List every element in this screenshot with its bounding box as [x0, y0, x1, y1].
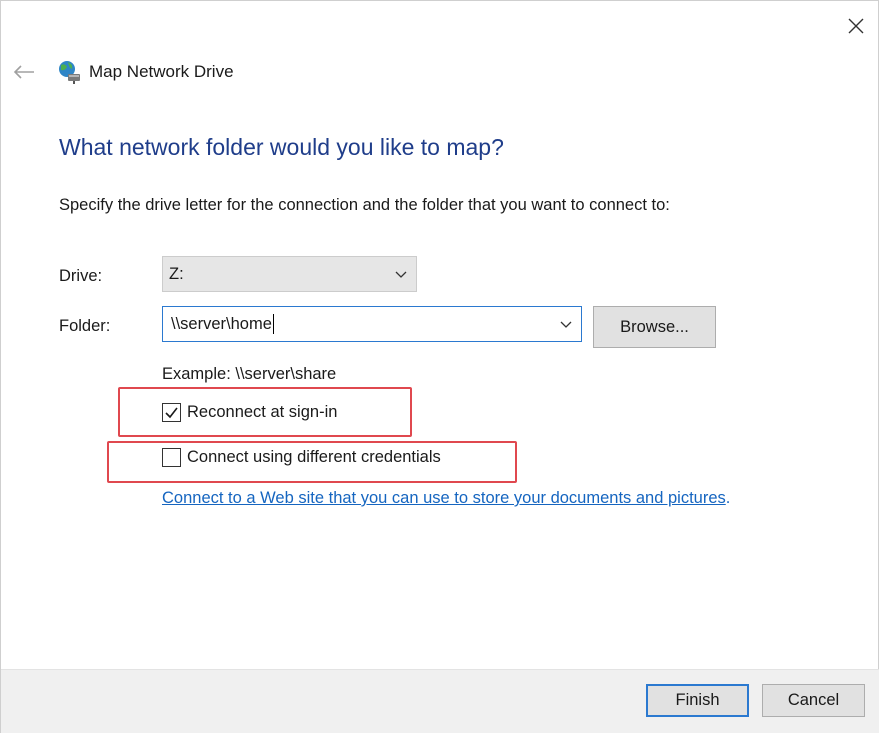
map-network-drive-dialog: Map Network Drive What network folder wo… — [0, 0, 879, 733]
example-text: Example: \\server\share — [162, 365, 337, 383]
folder-label: Folder: — [59, 317, 111, 335]
checkmark-icon — [165, 407, 178, 419]
reconnect-checkbox[interactable] — [162, 403, 181, 422]
browse-button[interactable]: Browse... — [593, 306, 716, 348]
instruction-text: Specify the drive letter for the connect… — [59, 196, 670, 214]
close-button[interactable] — [841, 11, 871, 41]
folder-input[interactable]: \\server\home — [162, 306, 582, 342]
finish-button[interactable]: Finish — [646, 684, 749, 717]
reconnect-option[interactable]: Reconnect at sign-in — [162, 403, 337, 422]
folder-value: \\server\home — [171, 314, 272, 333]
drive-value: Z: — [169, 264, 184, 283]
back-button[interactable] — [9, 59, 39, 85]
network-drive-icon — [59, 61, 80, 84]
web-site-link-suffix: . — [725, 489, 731, 507]
credentials-checkbox[interactable] — [162, 448, 181, 467]
page-heading: What network folder would you like to ma… — [59, 134, 504, 160]
drive-select[interactable]: Z: — [162, 256, 417, 292]
credentials-label[interactable]: Connect using different credentials — [187, 448, 441, 467]
window-title: Map Network Drive — [89, 62, 234, 81]
reconnect-label[interactable]: Reconnect at sign-in — [187, 403, 337, 422]
web-site-link[interactable]: Connect to a Web site that you can use t… — [162, 489, 726, 507]
text-caret — [272, 314, 274, 334]
chevron-down-icon[interactable] — [559, 317, 573, 331]
back-arrow-icon — [13, 65, 34, 79]
cancel-button[interactable]: Cancel — [762, 684, 865, 717]
credentials-option[interactable]: Connect using different credentials — [162, 448, 441, 467]
close-icon — [848, 18, 864, 34]
web-site-link-row: Connect to a Web site that you can use t… — [162, 489, 730, 508]
drive-label: Drive: — [59, 267, 103, 285]
title-bar: Map Network Drive — [56, 57, 234, 87]
chevron-down-icon — [395, 271, 407, 278]
